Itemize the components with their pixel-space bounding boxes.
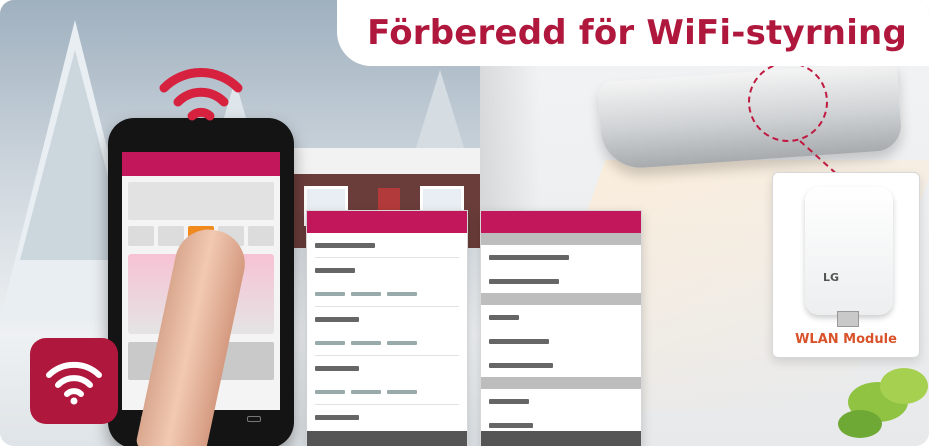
banner-title: Förberedd för WiFi-styrning [367, 13, 907, 53]
panel-row [489, 305, 633, 329]
panel-footer [307, 431, 467, 446]
panel-row [489, 329, 633, 353]
usb-connector [837, 311, 859, 327]
wlan-module-device: LG [805, 187, 893, 315]
panel-row [315, 356, 459, 380]
panel-row [315, 233, 459, 257]
favorite-panel [306, 210, 468, 446]
wifi-signal-icon [159, 68, 243, 121]
title-banner: Förberedd för WiFi-styrning [337, 0, 929, 66]
panel-row [315, 307, 459, 331]
promo-banner: Förberedd för WiFi-styrning LG WLAN Modu… [0, 0, 929, 446]
app-header [122, 152, 280, 176]
panel-header [307, 211, 467, 233]
panel-row [315, 258, 459, 282]
panel-row [315, 380, 459, 404]
panel-footer [481, 431, 641, 446]
panel-row [489, 269, 633, 293]
panel-row [489, 353, 633, 377]
panel-row [489, 389, 633, 413]
lg-logo: LG [823, 271, 840, 284]
panel-header [481, 211, 641, 233]
panel-row [489, 245, 633, 269]
wifi-badge [30, 338, 118, 424]
app-status-block [128, 182, 274, 220]
wlan-module-label: WLAN Module [795, 332, 897, 347]
panel-row [315, 405, 459, 429]
panel-row [315, 282, 459, 306]
plant [838, 368, 928, 438]
wifi-icon [46, 361, 102, 405]
module-callout-circle [748, 62, 828, 142]
wlan-module-card: LG WLAN Module [772, 172, 920, 358]
panel-row [315, 331, 459, 355]
setting-panel [480, 210, 642, 446]
